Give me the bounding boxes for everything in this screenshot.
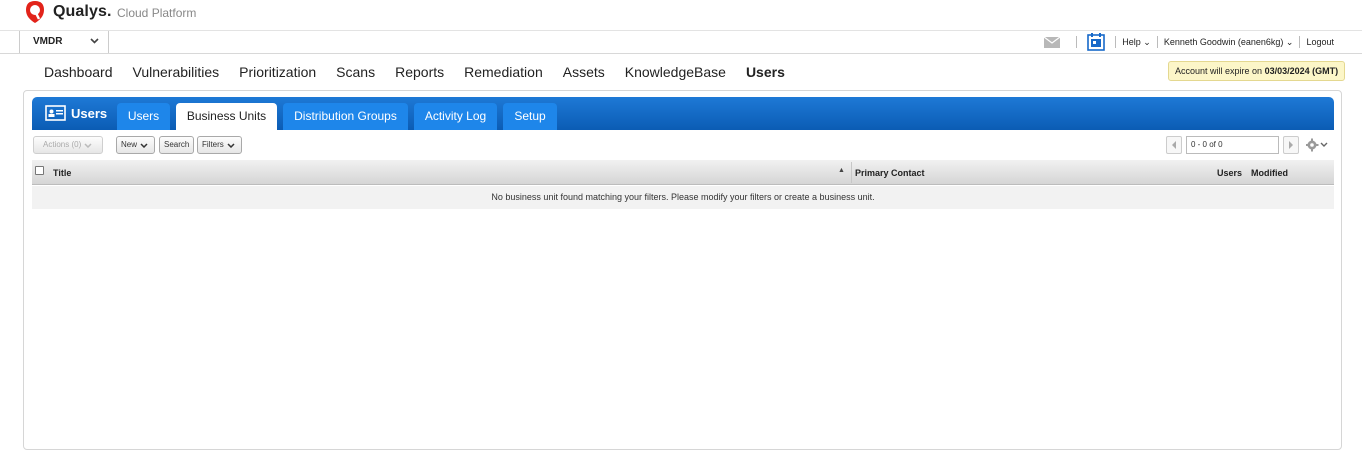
- chevron-down-icon: [140, 142, 148, 148]
- new-button[interactable]: New: [116, 136, 155, 154]
- settings-gear-icon[interactable]: [1306, 138, 1330, 152]
- nav-users[interactable]: Users: [746, 64, 785, 80]
- qualys-logo-icon[interactable]: [24, 0, 46, 24]
- actions-label: Actions (0): [43, 140, 82, 149]
- nav-vulnerabilities[interactable]: Vulnerabilities: [133, 64, 220, 80]
- account-expiry-notice: Account will expire on 03/03/2024 (GMT): [1168, 61, 1346, 81]
- column-users[interactable]: Users: [1217, 168, 1242, 178]
- chevron-down-icon: [90, 38, 99, 44]
- nav-assets[interactable]: Assets: [563, 64, 605, 80]
- sort-ascending-icon: ▲: [838, 167, 845, 174]
- nav-knowledgebase[interactable]: KnowledgeBase: [625, 64, 726, 80]
- search-button[interactable]: Search: [159, 136, 194, 154]
- expiry-date: 03/03/2024 (GMT): [1264, 66, 1339, 76]
- divider: [1299, 36, 1301, 48]
- chevron-down-icon: [227, 142, 235, 148]
- tab-business-units[interactable]: Business Units: [176, 103, 277, 130]
- module-label: VMDR: [33, 36, 63, 47]
- search-label: Search: [164, 140, 190, 149]
- empty-table-message: No business unit found matching your fil…: [32, 186, 1334, 209]
- column-primary-contact[interactable]: Primary Contact: [855, 168, 925, 178]
- mail-icon[interactable]: [1044, 36, 1061, 48]
- tab-users[interactable]: Users: [117, 103, 170, 130]
- prev-page-button[interactable]: [1166, 136, 1182, 154]
- header-tools: Help ⌄ Kenneth Goodwin (eanen6kg) ⌄ Logo…: [1044, 31, 1362, 53]
- chevron-down-icon: ⌄: [1143, 36, 1151, 47]
- actions-button[interactable]: Actions (0): [33, 136, 103, 154]
- column-divider: [851, 162, 852, 183]
- next-page-button[interactable]: [1283, 136, 1299, 154]
- nav-remediation[interactable]: Remediation: [464, 64, 543, 80]
- users-card-icon: [45, 105, 66, 121]
- brand-subtitle: Cloud Platform: [117, 6, 197, 20]
- tab-distribution-groups[interactable]: Distribution Groups: [283, 103, 408, 130]
- nav-prioritization[interactable]: Prioritization: [239, 64, 316, 80]
- main-nav: Dashboard Vulnerabilities Prioritization…: [44, 64, 805, 80]
- apps-icon[interactable]: [1087, 33, 1106, 51]
- table-header: Title ▲ Primary Contact Users Modified: [32, 160, 1334, 185]
- help-menu[interactable]: Help ⌄: [1122, 37, 1151, 48]
- filters-label: Filters: [202, 140, 224, 149]
- user-name: Kenneth Goodwin (eanen6kg): [1163, 36, 1284, 47]
- expiry-prefix: Account will expire on: [1175, 66, 1263, 76]
- top-bar: Qualys. Cloud Platform: [0, 0, 1362, 31]
- new-label: New: [121, 140, 138, 149]
- filters-button[interactable]: Filters: [197, 136, 242, 154]
- module-selector[interactable]: VMDR: [19, 31, 109, 53]
- brand-name: Qualys.: [53, 3, 112, 20]
- chevron-left-icon: [1172, 141, 1176, 149]
- module-bar: VMDR Help ⌄ Kenneth Goodwin (eanen6kg) ⌄…: [0, 31, 1362, 54]
- user-menu[interactable]: Kenneth Goodwin (eanen6kg) ⌄: [1164, 37, 1294, 48]
- column-modified[interactable]: Modified: [1251, 168, 1288, 178]
- select-all-checkbox[interactable]: [35, 166, 44, 175]
- chevron-down-icon: ⌄: [1285, 36, 1294, 47]
- nav-reports[interactable]: Reports: [395, 64, 444, 80]
- divider: [1076, 36, 1078, 48]
- logout-link[interactable]: Logout: [1306, 37, 1334, 47]
- tab-activity-log[interactable]: Activity Log: [414, 103, 497, 130]
- tab-setup[interactable]: Setup: [503, 103, 557, 130]
- pagination-range: 0 - 0 of 0: [1186, 136, 1279, 154]
- nav-scans[interactable]: Scans: [336, 64, 375, 80]
- nav-dashboard[interactable]: Dashboard: [44, 64, 113, 80]
- divider: [1115, 36, 1117, 48]
- help-label: Help: [1122, 36, 1141, 47]
- app-title: Users: [45, 105, 107, 121]
- column-title[interactable]: Title: [53, 168, 71, 178]
- main-nav-row: Dashboard Vulnerabilities Prioritization…: [0, 55, 1362, 88]
- app-title-label: Users: [71, 105, 108, 121]
- chevron-down-icon: [84, 142, 92, 148]
- divider: [1156, 36, 1158, 48]
- chevron-right-icon: [1289, 141, 1293, 149]
